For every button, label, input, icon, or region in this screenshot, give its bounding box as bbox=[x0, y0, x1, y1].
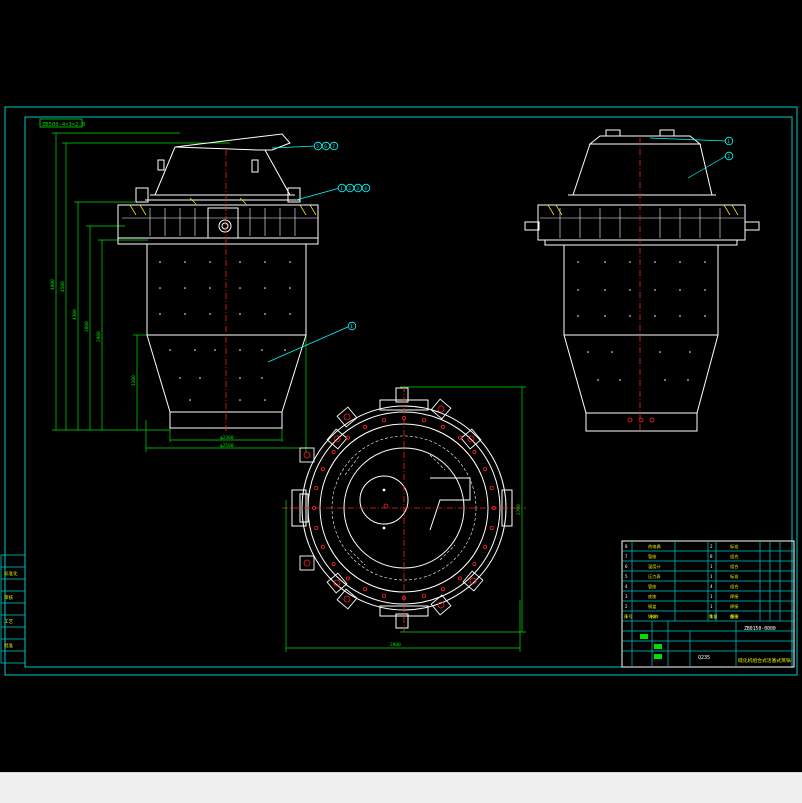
dim-v-6: 1200 bbox=[131, 375, 137, 386]
balloon-mid-4: 4 bbox=[364, 186, 367, 192]
part-qty: 2 bbox=[710, 544, 713, 549]
part-name: 温度计 bbox=[648, 563, 661, 570]
dim-h-2: φ2500 bbox=[220, 443, 234, 449]
balloon-top-1: 5 bbox=[316, 144, 319, 150]
dim-v-2: 4500 bbox=[60, 281, 66, 292]
bolt-hole bbox=[440, 424, 445, 429]
bolt-hole bbox=[421, 593, 426, 598]
tb-title: 硫化机组合式活塞式蒸锅 bbox=[738, 657, 791, 664]
bolt-hole bbox=[472, 562, 477, 567]
side-balloon-1: 1 bbox=[727, 139, 730, 145]
bolt-hole bbox=[472, 449, 477, 454]
part-note: 标准 bbox=[730, 573, 738, 580]
cad-drawing-canvas[interactable]: 标准化 审核 工艺 批准 ZB500-4×3×2.0 4800 4500 430… bbox=[0, 0, 802, 772]
drawing-sheet: 标准化 审核 工艺 批准 ZB500-4×3×2.0 4800 4500 430… bbox=[0, 106, 798, 676]
part-qty: 1 bbox=[710, 564, 713, 569]
tb-footer-qty: 数量 bbox=[709, 613, 717, 620]
plan-dim-horizontal: 2800 bbox=[390, 642, 401, 648]
part-name: 底座 bbox=[648, 593, 656, 600]
part-no: 7 bbox=[625, 554, 628, 559]
title-block: 8 热电偶 2 标准 7 管座 8 组合 6 温度计 1 组合 5 压力表 1 标准 4 管座 4 组合 3 底座 1 焊接 2… bbox=[621, 540, 795, 668]
bolt-hole bbox=[483, 466, 488, 471]
balloon-body: 1 bbox=[350, 324, 353, 330]
bolt-hole bbox=[381, 593, 386, 598]
front-view: 4800 4500 4300 3800 2900 1200 φ2300 φ250… bbox=[50, 132, 371, 452]
bolt-hole bbox=[331, 562, 336, 567]
part-no: 8 bbox=[625, 544, 628, 549]
part-no: 3 bbox=[625, 594, 628, 599]
bolt-hole bbox=[421, 418, 426, 423]
bolt-hole bbox=[381, 418, 386, 423]
bolt-hole bbox=[362, 424, 367, 429]
part-no: 2 bbox=[625, 604, 628, 609]
bolt-hole bbox=[345, 576, 350, 581]
bolt-hole bbox=[489, 526, 494, 531]
dim-v-4: 3800 bbox=[84, 321, 90, 332]
part-note: 组合 bbox=[730, 553, 739, 560]
bolt-hole bbox=[320, 545, 325, 550]
tb-footer-name: 名称 bbox=[650, 613, 658, 620]
part-no: 6 bbox=[625, 564, 628, 569]
left-strip-label-1: 标准化 bbox=[4, 570, 18, 577]
part-name: 锅盖 bbox=[648, 603, 656, 610]
part-name: 管座 bbox=[648, 583, 656, 590]
balloon-top-3: 7 bbox=[332, 144, 335, 150]
bolt-hole bbox=[362, 587, 367, 592]
plan-view: 2700 2800 bbox=[282, 386, 526, 652]
part-note: 焊接 bbox=[730, 603, 739, 610]
bolt-hole bbox=[320, 466, 325, 471]
bolt-hole bbox=[458, 576, 463, 581]
side-balloon-2: 2 bbox=[727, 154, 730, 160]
part-qty: 8 bbox=[710, 554, 713, 559]
part-qty: 1 bbox=[710, 574, 713, 579]
dim-v-3: 4300 bbox=[72, 309, 78, 320]
parts-list: 8 热电偶 2 标准 7 管座 8 组合 6 温度计 1 组合 5 压力表 1 标准 4 管座 4 组合 3 底座 1 焊接 2… bbox=[625, 543, 739, 620]
part-qty: 1 bbox=[710, 594, 713, 599]
tb-footer-note: 备注 bbox=[730, 613, 739, 620]
bolt-hole bbox=[314, 526, 319, 531]
balloon-mid-3: 3 bbox=[356, 186, 359, 192]
part-name: 管座 bbox=[648, 553, 656, 560]
bolt-hole bbox=[483, 545, 488, 550]
bolt-hole bbox=[440, 587, 445, 592]
left-strip-label-4: 批准 bbox=[4, 642, 13, 649]
part-note: 焊接 bbox=[730, 593, 739, 600]
sheet-frame bbox=[4, 106, 798, 676]
balloon-mid-2: 2 bbox=[348, 186, 351, 192]
plan-dim-vertical: 2700 bbox=[516, 504, 522, 515]
dim-v-5: 2900 bbox=[96, 331, 102, 342]
left-strip-label-3: 工艺 bbox=[4, 619, 13, 625]
tb-footer-no: 序号 bbox=[624, 613, 632, 620]
part-no: 4 bbox=[625, 584, 628, 589]
dim-h-1: φ2300 bbox=[220, 435, 234, 441]
dim-v-1: 4800 bbox=[50, 279, 56, 290]
left-strip-label-2: 审核 bbox=[4, 594, 13, 601]
balloon-mid-1: 1 bbox=[340, 186, 343, 192]
side-view: 1 2 bbox=[524, 129, 760, 432]
part-note: 组合 bbox=[730, 563, 739, 570]
part-note: 标准 bbox=[730, 543, 738, 550]
bolt-hole bbox=[331, 449, 336, 454]
drawing-code-note: ZB500-4×3×2.0 bbox=[42, 122, 85, 128]
balloon-top-2: 6 bbox=[324, 144, 327, 150]
part-note: 组合 bbox=[730, 583, 739, 590]
bolt-hole bbox=[489, 485, 494, 490]
part-name: 热电偶 bbox=[648, 543, 661, 550]
bolt-hole bbox=[314, 485, 319, 490]
status-bar bbox=[0, 772, 802, 803]
part-no: 5 bbox=[625, 574, 628, 579]
tb-material: Q235 bbox=[698, 655, 710, 661]
part-name: 压力表 bbox=[648, 573, 661, 580]
tb-drawing-number: ZB0150-0000 bbox=[744, 626, 776, 632]
part-qty: 4 bbox=[710, 584, 713, 589]
part-qty: 1 bbox=[710, 604, 713, 609]
